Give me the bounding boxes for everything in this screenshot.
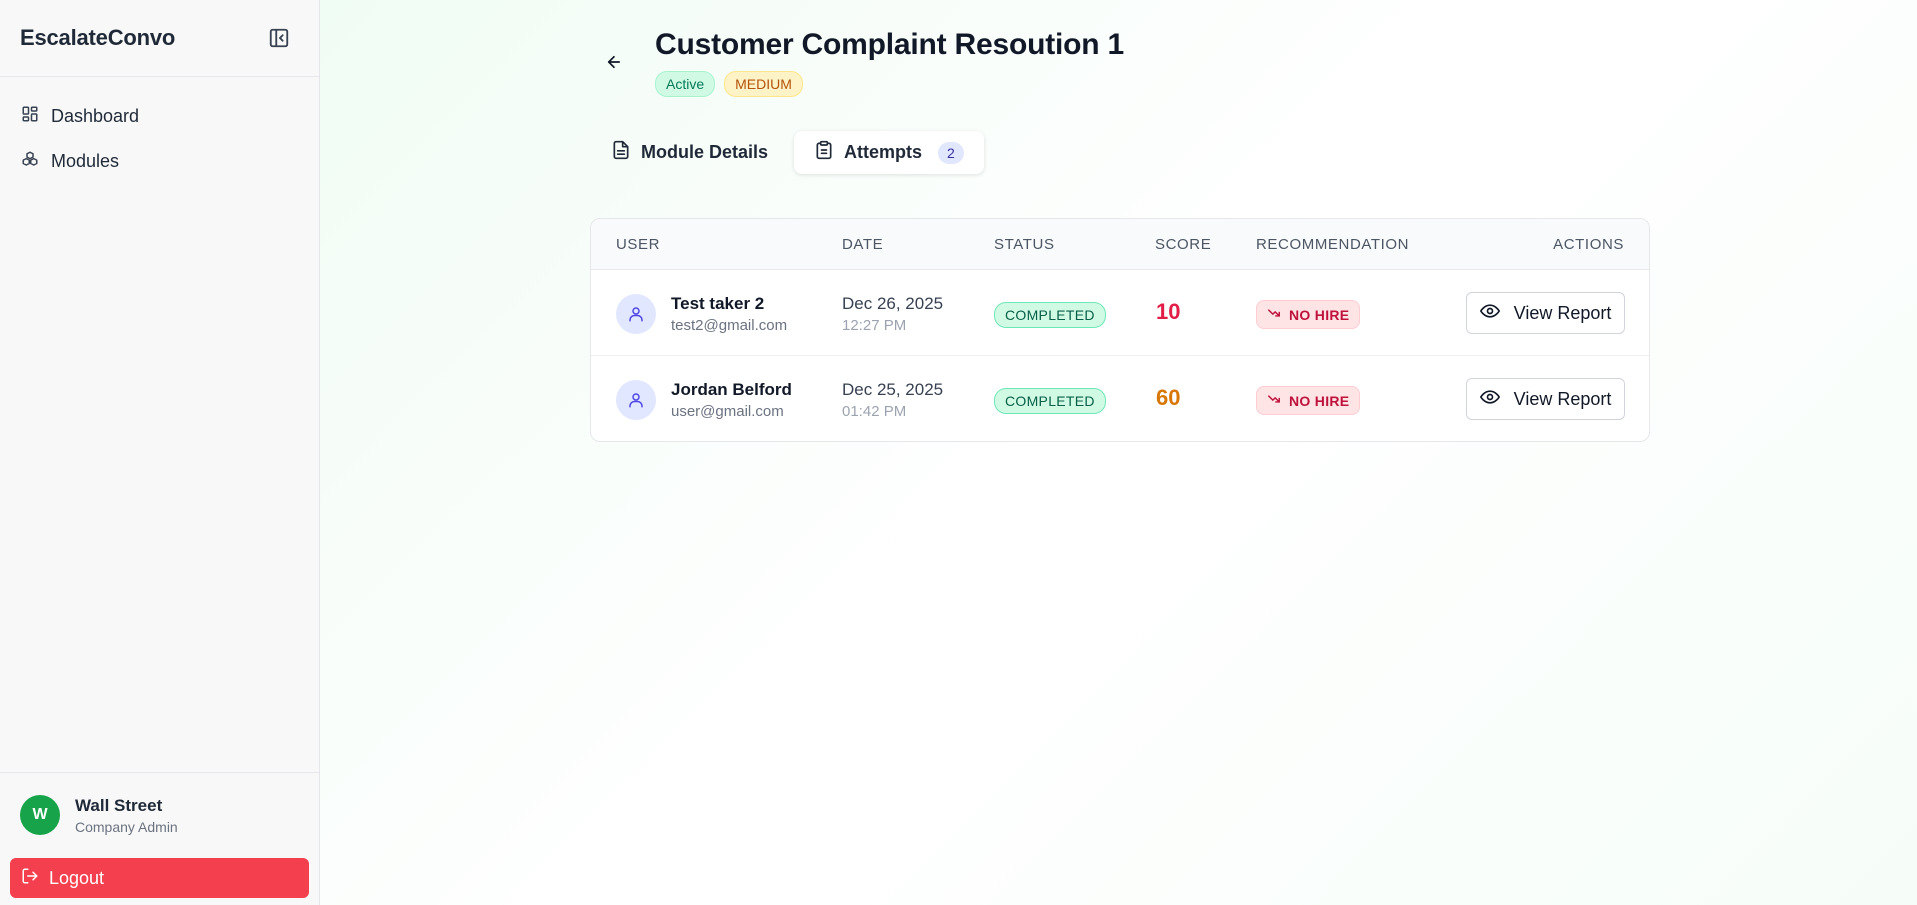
attempts-table: USER DATE STATUS SCORE RECOMMENDATION AC… — [590, 218, 1650, 442]
tabs: Module Details Attempts 2 — [591, 131, 984, 174]
profile-role: Company Admin — [75, 818, 178, 835]
score-value: 60 — [1156, 385, 1181, 410]
back-arrow-icon[interactable] — [602, 50, 626, 74]
modules-icon — [21, 150, 39, 173]
user-email: test2@gmail.com — [671, 317, 788, 334]
document-icon — [611, 140, 631, 165]
header-badges: Active MEDIUM — [655, 71, 803, 97]
logout-icon — [21, 867, 39, 890]
recommendation-badge: NO HIRE — [1256, 386, 1361, 415]
column-header-actions: ACTIONS — [1553, 236, 1624, 253]
view-report-button[interactable]: View Report — [1466, 292, 1625, 334]
trending-down-icon — [1267, 306, 1281, 323]
attempts-count-badge: 2 — [938, 141, 964, 164]
sidebar-item-modules[interactable]: Modules — [0, 139, 319, 184]
attempt-time: 12:27 PM — [842, 317, 907, 334]
sidebar-item-label: Dashboard — [51, 106, 140, 126]
status-badge: COMPLETED — [994, 388, 1106, 414]
view-report-label: View Report — [1513, 302, 1612, 323]
view-report-button[interactable]: View Report — [1466, 378, 1625, 420]
recommendation-label: NO HIRE — [1289, 306, 1350, 323]
tab-label: Attempts — [844, 142, 923, 162]
sidebar-item-dashboard[interactable]: Dashboard — [0, 94, 319, 139]
tab-module-details[interactable]: Module Details — [591, 131, 788, 174]
view-report-label: View Report — [1513, 388, 1612, 409]
status-badge: Active — [655, 71, 716, 97]
brand-logo[interactable]: EscalateConvo — [20, 25, 175, 51]
attempt-time: 01:42 PM — [842, 403, 907, 420]
user-icon — [616, 380, 656, 420]
tab-label: Module Details — [641, 142, 769, 162]
user-email: user@gmail.com — [671, 403, 784, 420]
user-name: Test taker 2 — [671, 294, 765, 313]
recommendation-badge: NO HIRE — [1256, 300, 1361, 329]
user-icon — [616, 294, 656, 334]
logout-label: Logout — [49, 867, 105, 888]
column-header-score: SCORE — [1155, 236, 1212, 253]
sidebar-item-label: Modules — [51, 151, 120, 171]
sidebar: EscalateConvo Dashboard Modules W Wall S… — [0, 0, 320, 905]
column-header-recommendation: RECOMMENDATION — [1256, 236, 1410, 253]
sidebar-collapse-icon[interactable] — [267, 26, 291, 50]
page-title: Customer Complaint Resoution 1 — [655, 28, 1125, 61]
recommendation-label: NO HIRE — [1289, 392, 1350, 409]
avatar: W — [20, 795, 60, 835]
sidebar-header: EscalateConvo — [0, 0, 319, 77]
column-header-status: STATUS — [994, 236, 1055, 253]
eye-icon — [1479, 301, 1500, 326]
profile-name: Wall Street — [75, 795, 163, 815]
trending-down-icon — [1267, 392, 1281, 409]
dashboard-icon — [21, 105, 39, 128]
user-name: Jordan Belford — [671, 380, 792, 399]
attempt-date: Dec 26, 2025 — [842, 294, 944, 313]
table-row: Jordan Belford user@gmail.com Dec 25, 20… — [591, 356, 1649, 441]
table-row: Test taker 2 test2@gmail.com Dec 26, 202… — [591, 270, 1649, 356]
clipboard-icon — [814, 140, 834, 165]
column-header-user: USER — [616, 236, 661, 253]
difficulty-badge: MEDIUM — [724, 71, 803, 97]
user-profile: W Wall Street Company Admin — [0, 773, 319, 835]
column-header-date: DATE — [842, 236, 884, 253]
sidebar-footer: W Wall Street Company Admin Logout — [0, 772, 319, 905]
table-header: USER DATE STATUS SCORE RECOMMENDATION AC… — [591, 219, 1649, 270]
attempt-date: Dec 25, 2025 — [842, 380, 944, 399]
eye-icon — [1479, 387, 1500, 412]
score-value: 10 — [1156, 299, 1181, 324]
logout-button[interactable]: Logout — [10, 858, 309, 898]
sidebar-nav: Dashboard Modules — [0, 77, 319, 184]
status-badge: COMPLETED — [994, 302, 1106, 328]
tab-attempts[interactable]: Attempts 2 — [794, 131, 984, 174]
